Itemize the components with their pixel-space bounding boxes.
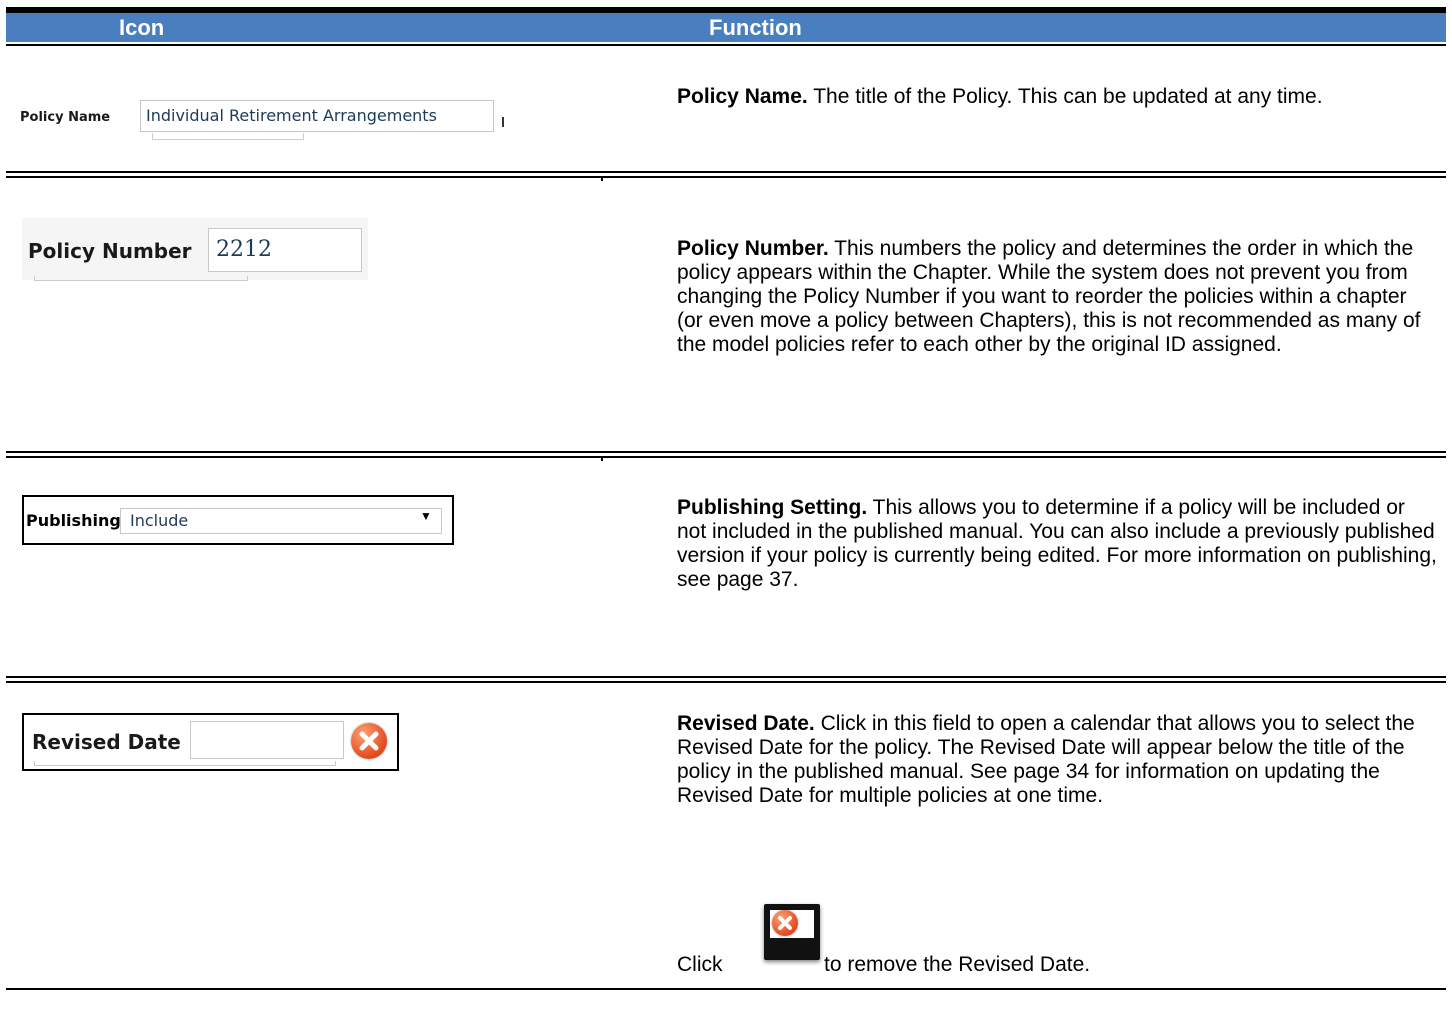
publishing-label: Publishing bbox=[26, 511, 121, 530]
header-icon: Icon bbox=[119, 15, 165, 40]
revised-date-description: Revised Date. Click in this field to ope… bbox=[677, 712, 1437, 808]
policy-number-widget: Policy Number 2212 bbox=[22, 218, 368, 281]
policy-number-value: 2212 bbox=[216, 237, 272, 262]
click-instruction-post: to remove the Revised Date. bbox=[824, 953, 1091, 976]
cursor-mark bbox=[502, 117, 504, 127]
field-underlay bbox=[152, 133, 304, 140]
policy-name-widget: Policy Name Individual Retirement Arrang… bbox=[20, 100, 510, 140]
table-bottom-border bbox=[6, 988, 1446, 990]
row-divider-tick bbox=[601, 458, 603, 461]
row-divider-tick bbox=[601, 178, 603, 181]
remove-x-icon bbox=[772, 910, 798, 936]
header-divider bbox=[6, 44, 1446, 46]
policy-name-title: Policy Name. bbox=[677, 85, 808, 108]
publishing-description: Publishing Setting. This allows you to d… bbox=[677, 496, 1437, 592]
row-divider bbox=[6, 676, 1446, 683]
row-divider bbox=[6, 451, 1446, 458]
revised-date-widget: Revised Date bbox=[22, 713, 399, 771]
publishing-title: Publishing Setting. bbox=[677, 496, 868, 519]
policy-name-text: The title of the Policy. This can be upd… bbox=[807, 85, 1323, 108]
publishing-widget: Publishing Include ▼ bbox=[22, 495, 454, 545]
row-divider bbox=[6, 171, 1446, 178]
field-underlay bbox=[34, 276, 248, 281]
revised-date-input[interactable] bbox=[190, 721, 344, 759]
remove-x-icon[interactable] bbox=[351, 723, 387, 759]
policy-number-title: Policy Number. bbox=[677, 237, 829, 260]
remove-button-illustration bbox=[764, 904, 820, 960]
policy-number-label: Policy Number bbox=[28, 239, 192, 263]
policy-name-description: Policy Name. The title of the Policy. Th… bbox=[677, 85, 1437, 109]
revised-date-title: Revised Date. bbox=[677, 712, 815, 735]
publishing-value: Include bbox=[130, 511, 189, 530]
policy-number-description: Policy Number. This numbers the policy a… bbox=[677, 237, 1437, 357]
click-instruction-pre: Click bbox=[677, 953, 723, 976]
field-underlay bbox=[34, 761, 336, 766]
policy-name-label: Policy Name bbox=[20, 110, 111, 125]
revised-date-label: Revised Date bbox=[32, 730, 181, 754]
policy-name-value: Individual Retirement Arrangements bbox=[146, 106, 437, 125]
header-function: Function bbox=[709, 15, 802, 40]
table-header: Icon Function bbox=[6, 13, 1446, 42]
dropdown-caret-icon[interactable]: ▼ bbox=[420, 509, 432, 523]
